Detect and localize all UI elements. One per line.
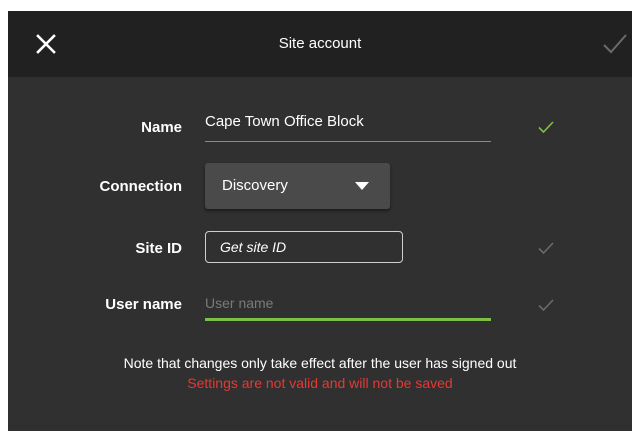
site-id-input[interactable]: [206, 232, 402, 262]
user-name-field: [205, 286, 491, 320]
name-field[interactable]: Cape Town Office Block: [205, 113, 364, 130]
sign-out-note: Note that changes only take effect after…: [123, 355, 517, 371]
close-icon: [36, 34, 56, 54]
confirm-button[interactable]: [602, 32, 628, 56]
connection-selected-value: Discovery: [222, 177, 288, 194]
close-button[interactable]: [34, 32, 58, 56]
dialog-title: Site account: [278, 35, 362, 52]
site-id-field: [205, 231, 403, 263]
name-valid-check-icon: [538, 121, 554, 133]
user-name-input[interactable]: [205, 286, 491, 320]
user-name-check-icon: [538, 299, 554, 311]
name-field-underline: [205, 141, 491, 142]
dialog-header: Site account: [8, 11, 632, 77]
checkmark-icon: [603, 34, 627, 54]
user-name-field-underline-focused: [205, 318, 491, 321]
connection-dropdown[interactable]: Discovery: [205, 163, 390, 209]
site-id-label: Site ID: [135, 240, 182, 257]
user-name-label: User name: [105, 296, 182, 313]
dropdown-arrow-icon: [355, 182, 369, 190]
name-label: Name: [141, 119, 182, 136]
connection-label: Connection: [99, 178, 183, 195]
site-account-dialog: Site account Name Cape Town Office Block…: [8, 11, 632, 431]
validation-error-message: Settings are not valid and will not be s…: [187, 375, 453, 391]
site-id-check-icon: [538, 242, 554, 254]
